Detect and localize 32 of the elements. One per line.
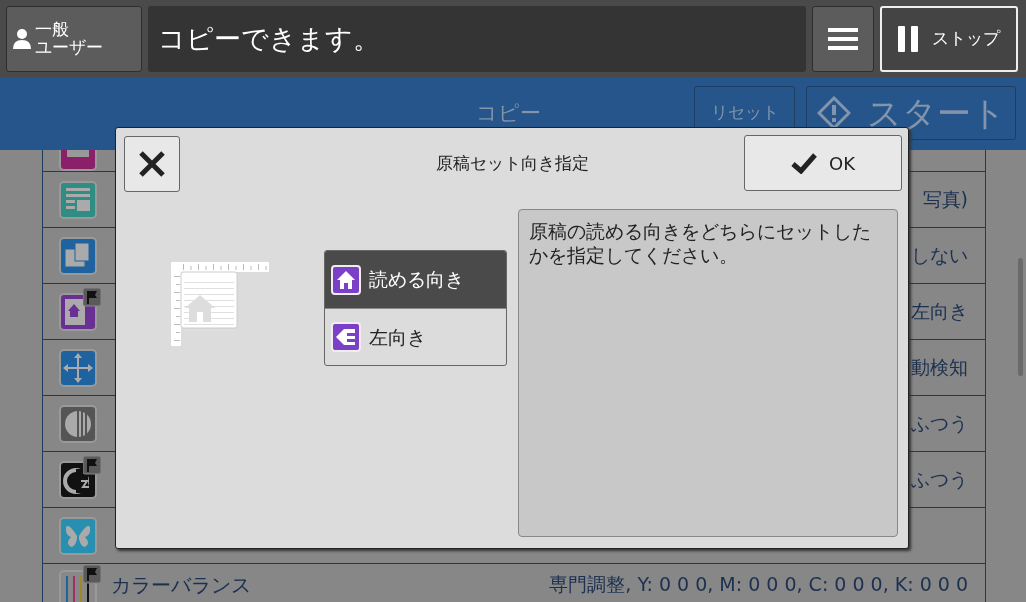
setting-value: 左向き [911, 299, 968, 325]
menu-button[interactable] [812, 6, 874, 72]
description-text: 原稿の読める向きをどちらにセットしたかを指定してください。 [518, 209, 898, 537]
settings-row[interactable]: カラーバランス 専門調整, Y: 0 0 0, M: 0 0 0, C: 0 0 0, K: 0 0 0 [43, 564, 985, 602]
setting-label: カラーバランス [111, 572, 251, 599]
setting-value: 専門調整, Y: 0 0 0, M: 0 0 0, C: 0 0 0, K: 0 0 0 [549, 572, 968, 597]
home-icon [331, 264, 361, 295]
setting-value: 写真) [922, 187, 968, 213]
status-message: コピーできます。 [148, 6, 806, 72]
setting-value: ふつう [911, 411, 968, 437]
arrows-icon [59, 348, 97, 387]
document-photo-icon [59, 180, 97, 219]
user-button[interactable]: 一般 ユーザー [6, 6, 142, 72]
setting-value: ふつう [911, 467, 968, 493]
setting-value: 動検知 [911, 355, 968, 381]
pages-icon [59, 236, 97, 275]
orientation-option[interactable]: 左向き [325, 308, 506, 365]
pause-icon [898, 26, 918, 52]
butterfly-icon [59, 516, 97, 555]
ok-button[interactable]: OK [744, 135, 902, 191]
scrollbar[interactable] [1018, 258, 1023, 376]
check-icon [791, 152, 817, 174]
setting-value: しない [911, 243, 968, 269]
start-icon [816, 96, 851, 130]
stop-button[interactable]: ストップ [880, 6, 1018, 72]
dialog-title: 原稿セット向き指定 [435, 152, 589, 175]
screen-title: コピー [476, 100, 541, 127]
orientation-option[interactable]: 読める向き [325, 251, 506, 308]
close-button[interactable] [124, 136, 180, 192]
user-icon [13, 29, 31, 49]
menu-icon [828, 28, 858, 50]
close-icon [138, 150, 166, 178]
